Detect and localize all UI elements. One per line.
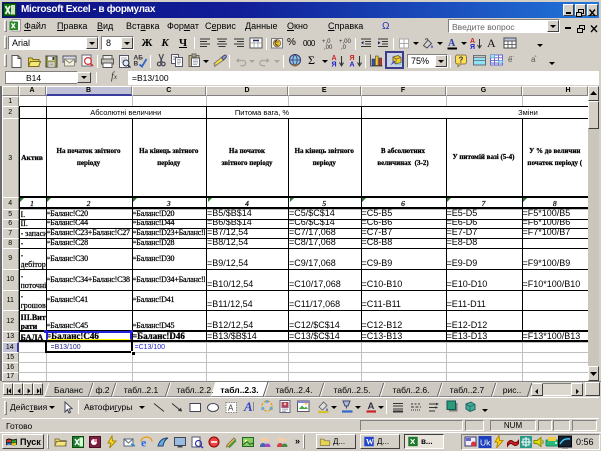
- svg-text:W: W: [366, 438, 374, 447]
- svg-text:В: В: [134, 61, 139, 68]
- svg-text:Я: Я: [470, 44, 475, 51]
- svg-text:A: A: [448, 38, 456, 49]
- svg-text:A: A: [228, 404, 234, 413]
- svg-text:Uk: Uk: [480, 438, 491, 448]
- svg-text:А: А: [350, 62, 355, 69]
- svg-text:A: A: [368, 401, 375, 412]
- svg-text:?: ?: [459, 56, 464, 65]
- svg-text:Я: Я: [332, 62, 337, 69]
- svg-text:A: A: [243, 399, 253, 414]
